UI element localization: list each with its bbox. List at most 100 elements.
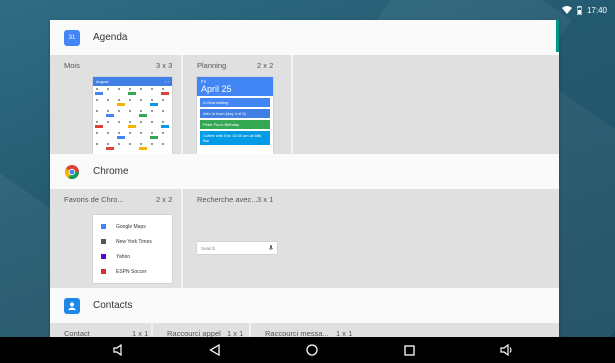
widget-label: Favoris de Chro... bbox=[64, 195, 124, 204]
calendar-day bbox=[107, 121, 109, 123]
calendar-day bbox=[151, 143, 153, 145]
calendar-day bbox=[162, 132, 164, 134]
navigation-bar bbox=[0, 337, 615, 363]
calendar-day bbox=[140, 99, 142, 101]
widget-row-contacts: Contact 1 x 1 Raccourci appel 1 x 1 Racc… bbox=[50, 323, 559, 337]
plan-event: Peter Foo's Birthday bbox=[200, 120, 270, 129]
clock: 17:40 bbox=[586, 5, 607, 15]
widget-size: 2 x 2 bbox=[156, 195, 173, 204]
bookmark-favicon-icon bbox=[101, 224, 106, 229]
widget-label: Mois bbox=[64, 61, 80, 70]
calendar-day bbox=[96, 143, 98, 145]
volume-down-icon[interactable] bbox=[112, 343, 126, 357]
calendar-day bbox=[151, 110, 153, 112]
bookmark-favicon-icon bbox=[101, 254, 106, 259]
calendar-day bbox=[118, 121, 120, 123]
app-header-contacts: Contacts bbox=[50, 288, 559, 323]
bookmark-title: New York Times bbox=[116, 238, 152, 245]
widget-label: Planning bbox=[197, 61, 227, 70]
volume-up-icon[interactable] bbox=[500, 343, 514, 357]
calendar-event-chip bbox=[139, 147, 147, 150]
calendar-day bbox=[162, 110, 164, 112]
calendar-day bbox=[151, 132, 153, 134]
wifi-icon bbox=[561, 6, 572, 14]
bookmarks-preview: Google Maps New York Times Yahoo ESPN Socce… bbox=[93, 215, 172, 283]
calendar-day bbox=[118, 110, 120, 112]
calendar-day bbox=[140, 143, 142, 145]
contacts-icon bbox=[64, 297, 80, 314]
plan-event: A Gina visiting bbox=[200, 98, 270, 107]
search-placeholder: Search bbox=[201, 245, 216, 251]
bookmark-title: ESPN Soccer bbox=[116, 268, 147, 275]
plan-event: Alex in town (day 4 of 5) bbox=[200, 109, 270, 118]
calendar-event-chip bbox=[128, 125, 136, 128]
calendar-day bbox=[118, 99, 120, 101]
bookmark-favicon-icon bbox=[101, 269, 106, 274]
calendar-day bbox=[162, 99, 164, 101]
plan-event: Coffee with Eric 10:00 am at Milk Bar bbox=[200, 131, 270, 145]
bookmark-item: New York Times bbox=[93, 234, 172, 249]
calendar-day bbox=[129, 110, 131, 112]
calendar-day bbox=[151, 99, 153, 101]
plan-date: April 25 bbox=[201, 84, 232, 94]
calendar-day bbox=[162, 121, 164, 123]
mic-icon bbox=[268, 244, 274, 252]
calendar-day bbox=[96, 99, 98, 101]
status-bar: 17:40 bbox=[0, 0, 615, 20]
widget-label: Raccourci appel bbox=[167, 329, 221, 337]
recents-icon[interactable] bbox=[402, 343, 416, 357]
calendar-day bbox=[140, 121, 142, 123]
widget-mois[interactable]: Mois 3 x 3 August ‹ › bbox=[50, 55, 183, 155]
month-calendar-preview: August ‹ › bbox=[93, 77, 172, 155]
home-icon[interactable] bbox=[305, 343, 319, 357]
widget-size: 3 x 1 bbox=[257, 195, 274, 204]
calendar-icon: 31 bbox=[64, 29, 80, 46]
calendar-day bbox=[107, 110, 109, 112]
month-title: August bbox=[96, 79, 109, 84]
calendar-event-chip bbox=[106, 147, 114, 150]
widget-row-agenda: Mois 3 x 3 August ‹ › Planning 2 x 2 Fri … bbox=[50, 55, 559, 155]
calendar-day bbox=[129, 121, 131, 123]
widget-size: 1 x 1 bbox=[227, 329, 244, 337]
calendar-day bbox=[151, 88, 153, 90]
widget-label: Raccourci messa... bbox=[265, 329, 329, 337]
calendar-day bbox=[96, 110, 98, 112]
calendar-day bbox=[151, 121, 153, 123]
widget-size: 2 x 2 bbox=[257, 61, 274, 70]
bookmark-item: Yahoo bbox=[93, 249, 172, 264]
bookmark-title: Yahoo bbox=[116, 253, 131, 260]
widget-label: Contact bbox=[64, 329, 90, 337]
battery-icon bbox=[576, 5, 582, 15]
calendar-day bbox=[129, 132, 131, 134]
calendar-day bbox=[129, 99, 131, 101]
app-name: Chrome bbox=[93, 166, 129, 177]
calendar-day bbox=[129, 143, 131, 145]
app-name: Agenda bbox=[93, 32, 128, 43]
calendar-event-chip bbox=[95, 92, 103, 95]
widget-planning[interactable]: Planning 2 x 2 Fri April 25 A Gina visit… bbox=[183, 55, 293, 155]
widget-chrome-search[interactable]: Recherche avec... 3 x 1 Search bbox=[183, 189, 559, 288]
widget-message-shortcut[interactable]: Raccourci messa... 1 x 1 bbox=[251, 323, 559, 337]
widget-label: Recherche avec... bbox=[197, 195, 258, 204]
widget-contact[interactable]: Contact 1 x 1 bbox=[50, 323, 153, 337]
scrollbar[interactable] bbox=[556, 20, 559, 52]
calendar-event-chip bbox=[117, 103, 125, 106]
widget-size: 3 x 3 bbox=[156, 61, 173, 70]
widget-list[interactable]: 31 Agenda Mois 3 x 3 August ‹ › Planning … bbox=[50, 20, 559, 337]
calendar-day bbox=[162, 143, 164, 145]
calendar-day bbox=[107, 132, 109, 134]
widget-chrome-bookmarks[interactable]: Favoris de Chro... 2 x 2 Google Maps New … bbox=[50, 189, 183, 288]
calendar-day bbox=[140, 132, 142, 134]
back-icon[interactable] bbox=[207, 343, 221, 357]
search-bar-preview: Search bbox=[197, 242, 277, 254]
calendar-event-chip bbox=[150, 136, 158, 139]
widget-call-shortcut[interactable]: Raccourci appel 1 x 1 bbox=[153, 323, 251, 337]
calendar-event-chip bbox=[161, 125, 169, 128]
calendar-day bbox=[162, 88, 164, 90]
nav-arrows-icon: ‹ › bbox=[165, 79, 169, 84]
calendar-event-chip bbox=[95, 125, 103, 128]
widget-row-chrome: Favoris de Chro... 2 x 2 Google Maps New … bbox=[50, 189, 559, 288]
bookmark-favicon-icon bbox=[101, 239, 106, 244]
calendar-day bbox=[107, 88, 109, 90]
calendar-day bbox=[140, 88, 142, 90]
